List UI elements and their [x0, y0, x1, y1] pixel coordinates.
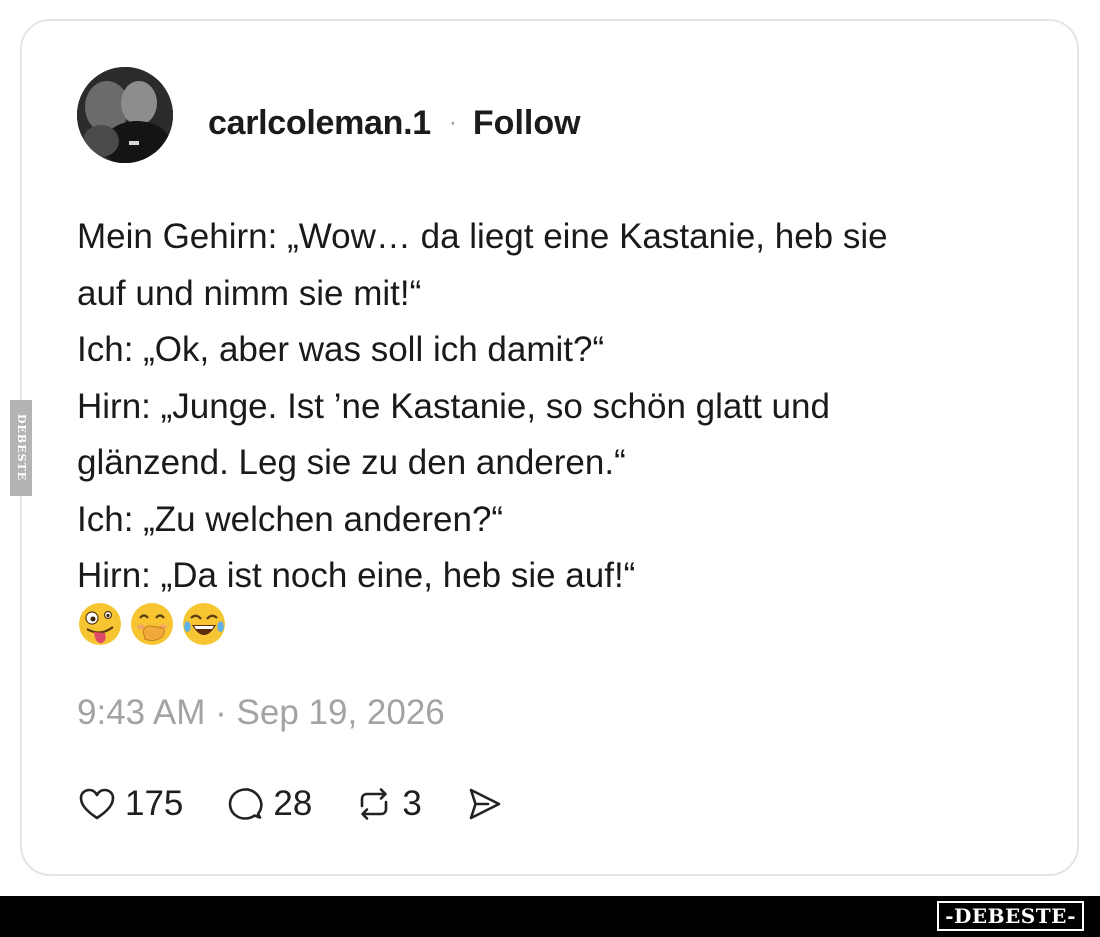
reply-button[interactable]: 28 — [225, 784, 312, 824]
emoji-row — [77, 601, 227, 651]
share-send-icon — [469, 788, 501, 820]
post-line: Hirn: „Junge. Ist ’ne Kastanie, so schön… — [77, 386, 830, 426]
post-header: carlcoleman.1 · Follow — [208, 101, 581, 145]
hand-over-mouth-face-icon — [131, 603, 173, 645]
avatar[interactable] — [77, 67, 173, 163]
header-separator: · — [448, 109, 457, 136]
post-actions: 175 28 3 — [77, 779, 546, 829]
post-line: Ich: „Zu welchen anderen?“ — [77, 499, 504, 539]
repost-icon — [361, 788, 388, 820]
avatar-photo — [77, 67, 173, 163]
zany-face-icon — [79, 603, 121, 645]
post-line: Hirn: „Da ist noch eine, heb sie auf!“ — [77, 556, 636, 595]
like-count: 175 — [125, 784, 184, 823]
follow-button[interactable]: Follow — [473, 104, 581, 143]
post-line: Ich: „Ok, aber was soll ich damit?“ — [77, 330, 605, 369]
post-timestamp: 9:43 AM · Sep 19, 2026 — [77, 693, 445, 732]
post-card: carlcoleman.1 · Follow Mein Gehirn: „Wow… — [20, 19, 1079, 876]
heart-icon — [79, 788, 115, 820]
reply-count: 28 — [273, 784, 313, 823]
post-body: Mein Gehirn: „Wow… da liegt eine Kastani… — [77, 209, 1037, 605]
share-button[interactable] — [464, 784, 504, 824]
repost-count: 3 — [402, 784, 422, 823]
tears-of-joy-face-icon — [183, 603, 225, 645]
username[interactable]: carlcoleman.1 — [208, 104, 431, 143]
post-line: glänzend. Leg sie zu den anderen.“ — [77, 443, 626, 482]
footer-watermark-logo: -DEBESTE- — [937, 901, 1084, 931]
like-button[interactable]: 175 — [77, 784, 183, 824]
reply-bubble-icon — [229, 788, 264, 820]
footer-bar: -DEBESTE- — [0, 896, 1100, 937]
post-line: auf und nimm sie mit!“ — [77, 273, 422, 313]
repost-button[interactable]: 3 — [354, 784, 422, 824]
side-watermark: DEBESTE — [10, 400, 32, 496]
post-line: Mein Gehirn: „Wow… da liegt eine Kastani… — [77, 217, 888, 256]
